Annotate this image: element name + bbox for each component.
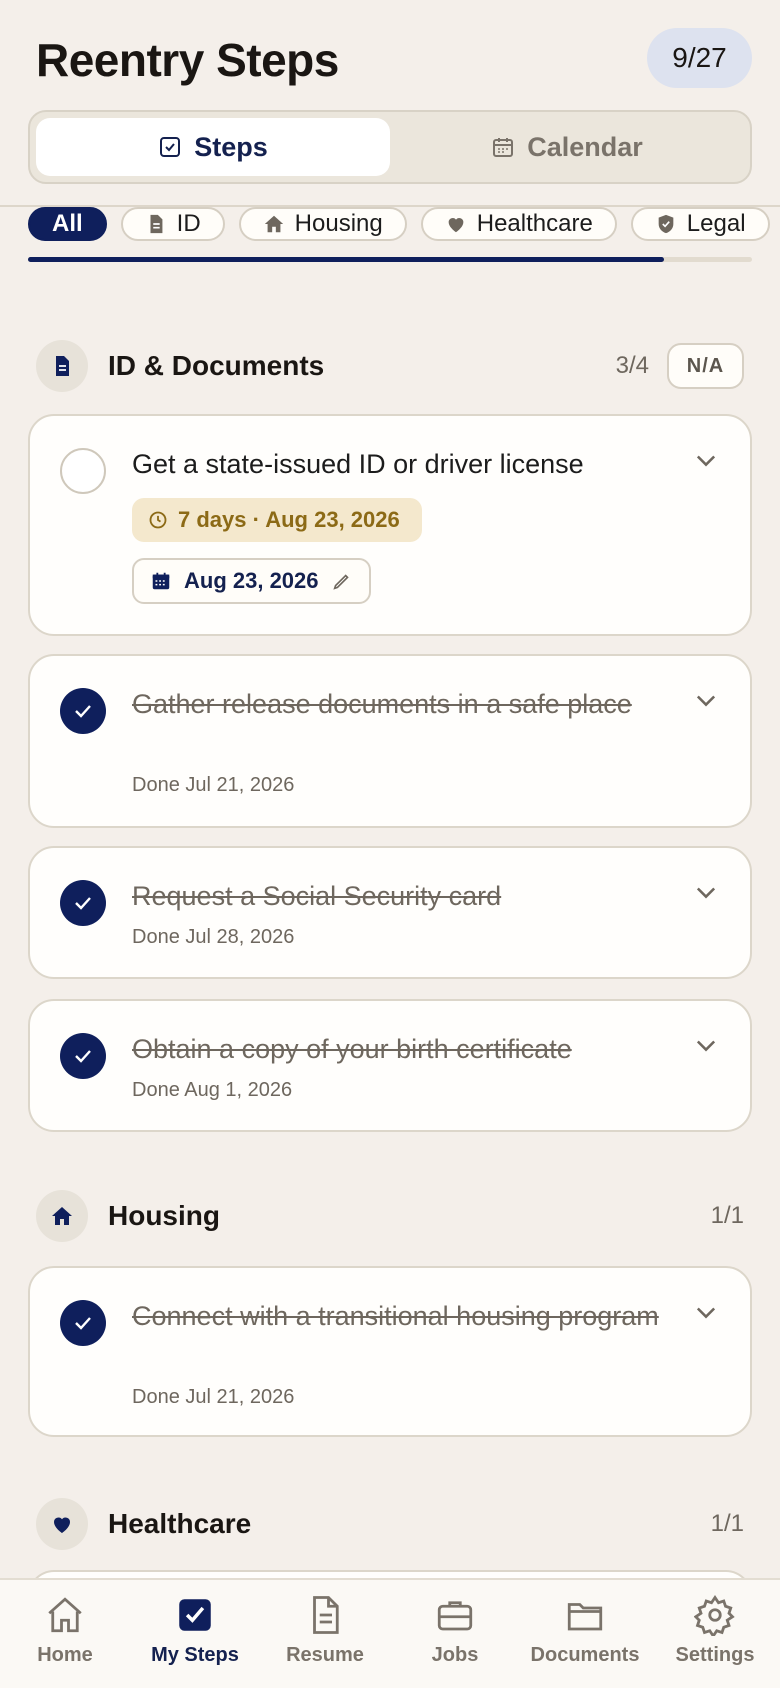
na-button[interactable]: N/A (667, 343, 744, 389)
nav-label: Settings (675, 1644, 755, 1666)
nav-home[interactable]: Home (0, 1580, 130, 1688)
filter-chip-label: Healthcare (476, 210, 593, 237)
filter-chip-housing[interactable]: Housing (238, 207, 407, 241)
view-switcher: Steps Calendar (28, 110, 752, 184)
filter-chip-legal[interactable]: Legal (630, 207, 770, 241)
step-title: Gather release documents in a safe place (132, 689, 632, 719)
briefcase-icon (437, 1601, 473, 1631)
step-checkbox[interactable] (60, 448, 106, 494)
due-text: 7 days · Aug 23, 2026 (178, 507, 400, 532)
check-icon (75, 705, 91, 718)
chevron-down-icon[interactable] (692, 686, 720, 714)
section-header-healthcare: Healthcare 1/1 (36, 1498, 744, 1550)
section-header-id-documents: ID & Documents 3/4 N/A (36, 340, 744, 392)
tab-steps[interactable]: Steps (36, 118, 390, 176)
nav-label: Resume (286, 1644, 364, 1666)
tab-steps-label: Steps (194, 131, 268, 162)
step-title: Connect with a transitional housing prog… (132, 1301, 659, 1331)
step-card[interactable]: Obtain a copy of your birth certificate … (28, 999, 752, 1132)
nav-label: Documents (530, 1644, 640, 1666)
section-title: ID & Documents (108, 350, 325, 381)
filter-chip-label: ID (176, 210, 201, 237)
chevron-down-icon[interactable] (692, 446, 720, 474)
section-count: 1/1 (710, 1202, 744, 1229)
filter-chip-healthcare[interactable]: Healthcare (420, 207, 617, 241)
progress-badge: 9/27 (647, 28, 752, 88)
step-card[interactable]: Get a state-issued ID or driver license … (28, 414, 752, 636)
document-icon (150, 214, 163, 234)
section-icon (36, 1498, 88, 1550)
filter-chip-id[interactable]: ID (120, 207, 225, 241)
done-date: Done Jul 21, 2026 (132, 774, 295, 796)
pencil-icon (332, 574, 349, 590)
nav-documents[interactable]: Documents (520, 1580, 650, 1688)
step-title: Get a state-issued ID or driver license (132, 449, 584, 479)
nav-jobs[interactable]: Jobs (390, 1580, 520, 1688)
heart-icon (448, 218, 464, 233)
step-card[interactable]: Request a Social Security card Done Jul … (28, 846, 752, 979)
checkbox-icon (160, 137, 181, 157)
section-count: 3/4 (615, 352, 649, 379)
section-count: 1/1 (710, 1510, 744, 1537)
step-checkbox[interactable] (60, 1300, 106, 1346)
section-title: Healthcare (108, 1508, 252, 1539)
done-date: Done Jul 28, 2026 (132, 926, 295, 948)
filter-chip-all[interactable]: All (28, 207, 107, 241)
step-card[interactable]: Connect with a transitional housing prog… (28, 1266, 752, 1437)
checkbox-icon (179, 1599, 211, 1631)
home-icon (52, 1207, 72, 1225)
bottom-nav: Home My Steps Resume Jobs Documents Sett… (0, 1578, 780, 1688)
step-checkbox[interactable] (60, 688, 106, 734)
heart-icon (54, 1517, 70, 1533)
step-checkbox[interactable] (60, 1033, 106, 1079)
section-header-housing: Housing 1/1 (36, 1190, 744, 1242)
calendar-icon (493, 138, 514, 157)
due-badge: 7 days · Aug 23, 2026 (132, 498, 422, 542)
filter-scroll-thumb[interactable] (28, 257, 664, 262)
tab-calendar-label: Calendar (527, 131, 643, 162)
gear-icon (694, 1594, 735, 1636)
nav-settings[interactable]: Settings (650, 1580, 780, 1688)
nav-resume[interactable]: Resume (260, 1580, 390, 1688)
section-title: Housing (108, 1200, 220, 1231)
section-icon (36, 340, 88, 392)
filter-chip-label: All (52, 210, 83, 237)
nav-my-steps[interactable]: My Steps (130, 1580, 260, 1688)
home-icon (264, 215, 283, 233)
nav-label: Jobs (431, 1644, 479, 1666)
tab-calendar[interactable]: Calendar (390, 118, 744, 176)
home-icon (48, 1597, 82, 1633)
chevron-down-icon[interactable] (692, 1298, 720, 1326)
step-title: Obtain a copy of your birth certificate (132, 1034, 572, 1064)
check-icon (75, 1050, 91, 1063)
nav-label: Home (37, 1644, 93, 1666)
filter-chips: All ID Housing Healthcare Legal (28, 207, 780, 241)
filter-chip-label: Housing (294, 210, 383, 237)
page-title: Reentry Steps (36, 34, 339, 86)
calendar-icon (152, 572, 170, 590)
nav-label: My Steps (151, 1644, 239, 1666)
check-icon (75, 1317, 91, 1330)
document-icon (56, 356, 69, 376)
done-date: Done Aug 1, 2026 (132, 1079, 293, 1101)
section-icon (36, 1190, 88, 1242)
step-title: Request a Social Security card (132, 881, 502, 911)
chevron-down-icon[interactable] (692, 878, 720, 906)
date-text: Aug 23, 2026 (184, 568, 319, 593)
filter-chip-label: Legal (686, 210, 746, 237)
document-icon (313, 1596, 339, 1634)
check-icon (75, 897, 91, 910)
chevron-down-icon[interactable] (692, 1031, 720, 1059)
done-date: Done Jul 21, 2026 (132, 1386, 295, 1408)
clock-icon (149, 511, 167, 529)
date-picker-chip[interactable]: Aug 23, 2026 (132, 558, 371, 604)
step-card[interactable]: Gather release documents in a safe place… (28, 654, 752, 828)
step-checkbox[interactable] (60, 880, 106, 926)
folder-icon (567, 1603, 603, 1631)
shield-icon (658, 214, 674, 234)
header: Reentry Steps 9/27 (36, 28, 752, 98)
